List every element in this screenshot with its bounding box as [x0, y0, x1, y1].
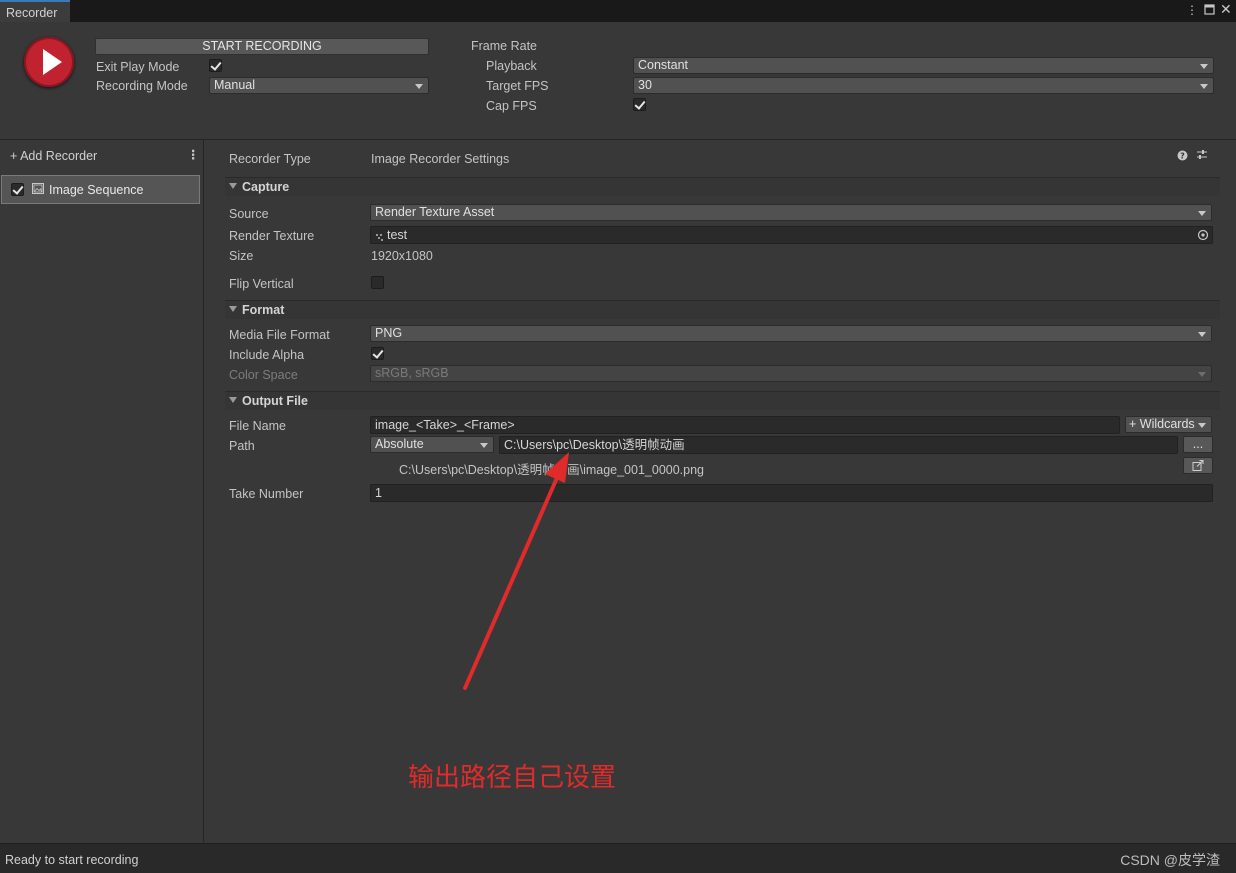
- recording-mode-dropdown[interactable]: Manual: [209, 77, 429, 94]
- target-fps-dropdown[interactable]: 30: [633, 77, 1214, 94]
- open-external-icon: [1192, 460, 1204, 471]
- browse-button[interactable]: ...: [1183, 436, 1213, 453]
- render-texture-value: test: [387, 228, 408, 242]
- status-bar: Ready to start recording CSDN @皮学渣: [0, 843, 1236, 873]
- add-recorder-button[interactable]: + Add Recorder: [10, 149, 97, 163]
- color-space-value: sRGB, sRGB: [375, 366, 449, 380]
- watermark: CSDN @皮学渣: [1120, 852, 1220, 868]
- file-name-label: File Name: [229, 419, 286, 433]
- path-type-dropdown[interactable]: Absolute: [370, 436, 494, 453]
- chevron-down-icon: [1198, 372, 1206, 377]
- chevron-down-icon: [1198, 332, 1206, 337]
- playback-dropdown[interactable]: Constant: [633, 57, 1214, 74]
- recorder-type-value: Image Recorder Settings: [371, 152, 510, 166]
- path-type-value: Absolute: [375, 437, 424, 451]
- capture-section-header[interactable]: Capture: [225, 177, 1220, 196]
- kebab-menu-icon[interactable]: ⋮: [1186, 3, 1198, 17]
- recorder-list-sidebar: + Add Recorder ⋮ Image Sequence: [0, 140, 204, 842]
- color-space-dropdown: sRGB, sRGB: [370, 365, 1212, 382]
- maximize-icon[interactable]: [1204, 4, 1215, 18]
- path-label: Path: [229, 439, 255, 453]
- file-name-input[interactable]: image_<Take>_<Frame>: [370, 416, 1120, 434]
- playback-value: Constant: [638, 58, 689, 72]
- sidebar-item-image-sequence[interactable]: Image Sequence: [1, 175, 200, 204]
- render-texture-field[interactable]: test: [370, 226, 1213, 244]
- tab-title: Recorder: [6, 6, 58, 20]
- chevron-down-icon: [1198, 211, 1206, 216]
- chevron-down-icon: [1200, 84, 1208, 89]
- color-space-label: Color Space: [229, 368, 298, 382]
- help-icon[interactable]: ?: [1177, 150, 1188, 164]
- recorder-type-label: Recorder Type: [229, 152, 311, 166]
- recording-mode-label: Recording Mode: [96, 79, 188, 93]
- format-section-title: Format: [242, 303, 285, 317]
- window-tab-bar: Recorder ⋮ ✕: [0, 0, 1236, 22]
- include-alpha-checkbox[interactable]: [371, 347, 384, 360]
- capture-section-title: Capture: [242, 180, 290, 194]
- start-recording-button[interactable]: START RECORDING: [95, 38, 429, 55]
- size-label: Size: [229, 249, 254, 263]
- resolved-output-path: C:\Users\pc\Desktop\透明帧动画\image_001_0000…: [399, 463, 705, 477]
- chevron-down-icon: [1198, 423, 1206, 428]
- play-icon: [43, 49, 62, 75]
- annotation-text: 输出路径自己设置: [408, 762, 617, 792]
- source-label: Source: [229, 207, 269, 221]
- cap-fps-checkbox[interactable]: [633, 98, 646, 111]
- media-file-format-label: Media File Format: [229, 328, 330, 342]
- record-button[interactable]: [24, 37, 74, 87]
- source-value: Render Texture Asset: [375, 205, 495, 219]
- playback-label: Playback: [486, 59, 537, 73]
- tab-recorder[interactable]: Recorder: [0, 0, 70, 22]
- output-file-section-title: Output File: [242, 394, 308, 408]
- exit-play-mode-label: Exit Play Mode: [96, 60, 180, 74]
- foldout-arrow-icon: [229, 183, 237, 189]
- open-folder-button[interactable]: [1183, 457, 1213, 474]
- foldout-arrow-icon: [229, 306, 237, 312]
- foldout-arrow-icon: [229, 397, 237, 403]
- include-alpha-label: Include Alpha: [229, 348, 305, 362]
- target-fps-value: 30: [638, 78, 652, 92]
- wildcards-dropdown[interactable]: + Wildcards: [1125, 416, 1212, 433]
- target-fps-label: Target FPS: [486, 79, 549, 93]
- frame-rate-label: Frame Rate: [471, 39, 537, 53]
- svg-text:?: ?: [1180, 152, 1185, 161]
- take-number-input[interactable]: 1: [370, 484, 1213, 502]
- image-icon: [32, 183, 44, 197]
- flip-vertical-label: Flip Vertical: [229, 277, 294, 291]
- path-input[interactable]: C:\Users\pc\Desktop\透明帧动画: [499, 436, 1178, 454]
- flip-vertical-checkbox[interactable]: [371, 276, 384, 289]
- wildcards-label: + Wildcards: [1129, 417, 1195, 431]
- render-texture-asset-icon: [375, 231, 384, 245]
- chevron-down-icon: [415, 84, 423, 89]
- close-icon[interactable]: ✕: [1220, 1, 1232, 18]
- size-value: 1920x1080: [371, 249, 433, 263]
- source-dropdown[interactable]: Render Texture Asset: [370, 204, 1212, 221]
- chevron-down-icon: [480, 443, 488, 448]
- cap-fps-label: Cap FPS: [486, 99, 537, 113]
- chevron-down-icon: [1200, 64, 1208, 69]
- preset-settings-icon[interactable]: [1196, 149, 1208, 164]
- media-file-format-dropdown[interactable]: PNG: [370, 325, 1212, 342]
- recording-mode-value: Manual: [214, 78, 255, 92]
- recorder-header: START RECORDING Exit Play Mode Recording…: [0, 22, 1236, 140]
- take-number-label: Take Number: [229, 487, 304, 501]
- format-section-header[interactable]: Format: [225, 300, 1220, 319]
- sidebar-item-label: Image Sequence: [49, 183, 144, 197]
- sidebar-menu-icon[interactable]: ⋮: [187, 147, 200, 162]
- status-text: Ready to start recording: [5, 853, 139, 867]
- media-file-format-value: PNG: [375, 326, 403, 340]
- object-picker-icon[interactable]: [1197, 229, 1209, 244]
- exit-play-mode-checkbox[interactable]: [209, 59, 222, 72]
- recorder-enabled-checkbox[interactable]: [11, 183, 24, 196]
- render-texture-label: Render Texture: [229, 229, 315, 243]
- output-file-section-header[interactable]: Output File: [225, 391, 1220, 410]
